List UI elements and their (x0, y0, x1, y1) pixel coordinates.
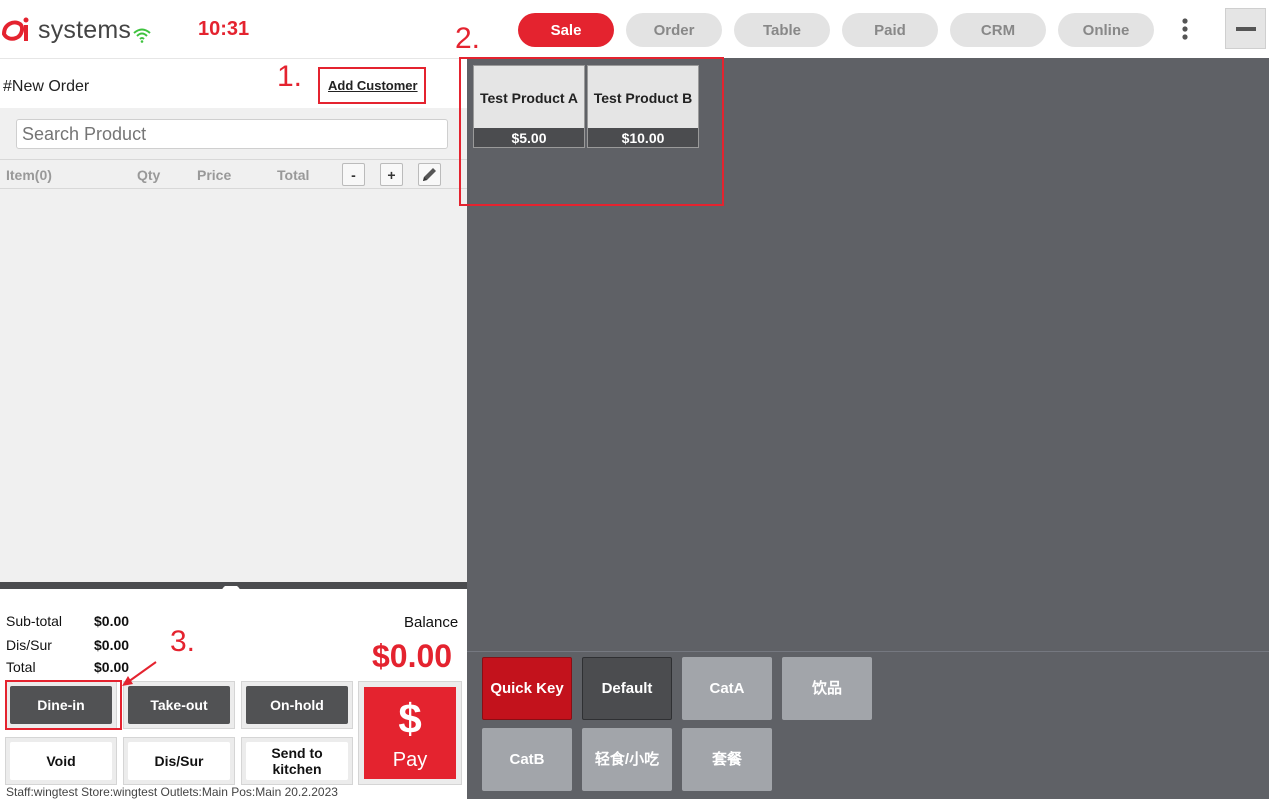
tab-online[interactable]: Online (1058, 13, 1154, 47)
void-cell: Void (5, 737, 117, 785)
total-label: Total (6, 659, 36, 675)
subtotal-value: $0.00 (94, 613, 130, 629)
logo-text: systems (38, 15, 132, 44)
decrease-qty-button[interactable]: - (342, 163, 365, 186)
category-quick-key[interactable]: Quick Key (482, 657, 572, 720)
balance-amount: $0.00 (372, 638, 453, 674)
order-title: #New Order (3, 78, 90, 95)
annotation-number-2: 2. (455, 22, 481, 55)
category-snacks[interactable]: 轻食/小吃 (582, 728, 672, 791)
category-set-meal[interactable]: 套餐 (682, 728, 772, 791)
take-out-button[interactable]: Take-out (128, 686, 230, 724)
category-bar: Quick Key Default CatA 饮品 CatB 轻食/小吃 套餐 (467, 651, 1269, 799)
category-drinks[interactable]: 饮品 (782, 657, 872, 720)
tab-sale[interactable]: Sale (518, 13, 614, 47)
col-item: Item(0) (6, 167, 52, 183)
col-total: Total (277, 167, 310, 183)
tab-table[interactable]: Table (734, 13, 830, 47)
minimize-button[interactable] (1225, 8, 1266, 49)
tab-crm[interactable]: CRM (950, 13, 1046, 47)
send-to-kitchen-button[interactable]: Send to kitchen (246, 742, 348, 780)
minimize-icon (1236, 27, 1256, 31)
balance-label: Balance (404, 614, 459, 631)
dis-sur-cell: Dis/Sur (123, 737, 235, 785)
pay-label: Pay (392, 749, 428, 771)
wifi-icon (133, 28, 151, 43)
void-button[interactable]: Void (10, 742, 112, 780)
increase-qty-button[interactable]: + (380, 163, 403, 186)
search-product-input[interactable] (16, 119, 448, 149)
pay-cell: $ Pay (358, 681, 462, 785)
dis-sur-button[interactable]: Dis/Sur (128, 742, 230, 780)
tab-paid[interactable]: Paid (842, 13, 938, 47)
tab-order[interactable]: Order (626, 13, 722, 47)
subtotal-label: Sub-total (6, 613, 63, 629)
annotation-box-dine-in (5, 680, 122, 730)
edit-item-button[interactable] (418, 163, 441, 186)
col-price: Price (197, 167, 232, 183)
logo-mark-icon (1, 17, 29, 41)
on-hold-button[interactable]: On-hold (246, 686, 348, 724)
annotation-number-1: 1. (277, 60, 303, 93)
order-items-panel: Item(0) Qty Price Total - + (0, 108, 467, 582)
more-vertical-icon[interactable] (1176, 17, 1194, 41)
take-out-cell: Take-out (123, 681, 235, 729)
annotation-box-add-customer (318, 67, 426, 104)
pos-app: systems 10:31 Sale Order Table Paid CRM … (0, 0, 1269, 799)
category-catb[interactable]: CatB (482, 728, 572, 791)
annotation-box-products (459, 57, 724, 206)
dissur-label: Dis/Sur (6, 637, 52, 653)
pay-button[interactable]: $ Pay (364, 687, 456, 779)
col-qty: Qty (137, 167, 161, 183)
items-table-header: Item(0) Qty Price Total - + (0, 159, 467, 189)
status-line: Staff:wingtest Store:wingtest Outlets:Ma… (6, 785, 338, 799)
category-default[interactable]: Default (582, 657, 672, 720)
annotation-number-3: 3. (170, 625, 196, 658)
arrow-icon (122, 661, 157, 686)
dissur-value: $0.00 (94, 637, 130, 653)
dollar-icon: $ (398, 695, 422, 742)
on-hold-cell: On-hold (241, 681, 353, 729)
pencil-icon (423, 168, 436, 181)
top-bar: systems 10:31 Sale Order Table Paid CRM … (0, 0, 1269, 58)
clock: 10:31 (198, 18, 250, 40)
send-to-kitchen-cell: Send to kitchen (241, 737, 353, 785)
logo: systems (0, 12, 151, 48)
category-cata[interactable]: CatA (682, 657, 772, 720)
